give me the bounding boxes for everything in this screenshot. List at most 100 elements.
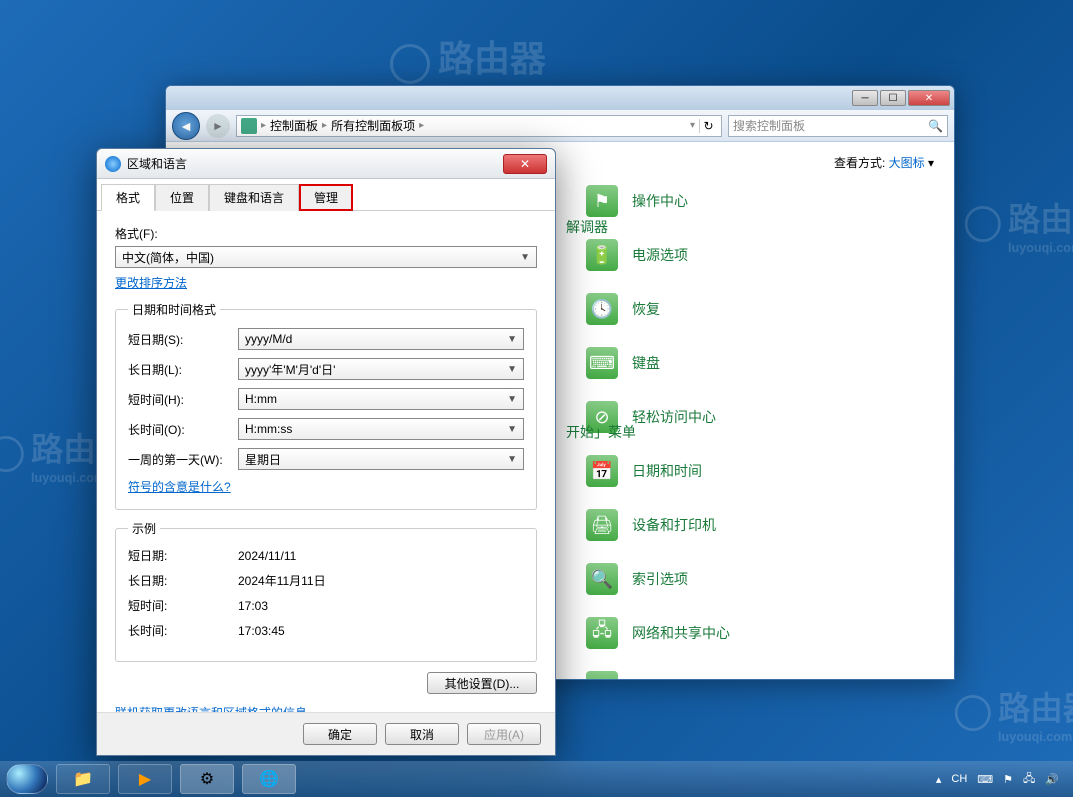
partial-item-label[interactable]: 开始」菜单 [566, 422, 636, 442]
control-panel-item[interactable]: ⊘轻松访问中心 [586, 401, 934, 433]
taskbar-item-region[interactable]: 🌐 [242, 764, 296, 794]
breadcrumb[interactable]: ▸ 控制面板 ▸ 所有控制面板项 ▸ ▾ ↻ [236, 115, 722, 137]
apply-button[interactable]: 应用(A) [467, 723, 541, 745]
long-time-select[interactable]: H:mm:ss▼ [238, 418, 524, 440]
power-icon: 🔋 [586, 239, 618, 271]
dialog-title: 区域和语言 [127, 155, 187, 172]
index-icon: 🔍 [586, 563, 618, 595]
control-panel-item[interactable]: ⌨键盘 [586, 347, 934, 379]
format-select[interactable]: 中文(简体，中国) ▼ [115, 246, 537, 268]
search-input[interactable]: 搜索控制面板 🔍 [728, 115, 948, 137]
control-panel-item-label: 设备和打印机 [632, 515, 716, 535]
chevron-down-icon: ▼ [507, 394, 517, 405]
tab-location[interactable]: 位置 [155, 184, 209, 211]
short-time-select[interactable]: H:mm▼ [238, 388, 524, 410]
partial-item-label[interactable]: 解调器 [566, 217, 608, 237]
ok-button[interactable]: 确定 [303, 723, 377, 745]
cancel-button[interactable]: 取消 [385, 723, 459, 745]
start-button[interactable] [6, 764, 48, 794]
change-sort-link[interactable]: 更改排序方法 [115, 276, 187, 290]
chevron-down-icon: ▼ [507, 454, 517, 465]
control-panel-item[interactable]: 🔋 电源选项 [586, 239, 934, 271]
example-long-date: 2024年11月11日 [238, 572, 524, 589]
globe-icon: 🌐 [259, 769, 279, 789]
watermark: 路由器luyouqi.com [955, 682, 1073, 743]
calendar-icon: 📅 [586, 455, 618, 487]
control-panel-item-label: 键盘 [632, 353, 660, 373]
control-panel-item-label: 系统 [632, 677, 660, 679]
tray-chevron-icon[interactable]: ▴ [936, 773, 942, 786]
window-titlebar: ─ ☐ ✕ [166, 86, 954, 110]
close-button[interactable]: ✕ [908, 90, 950, 106]
network-icon: 🖧 [586, 617, 618, 649]
media-icon: ▶ [139, 769, 151, 789]
first-day-select[interactable]: 星期日▼ [238, 448, 524, 470]
keyboard-icon[interactable]: ⌨ [977, 773, 993, 786]
example-short-date: 2024/11/11 [238, 549, 524, 563]
dialog-content: 格式(F): 中文(简体，中国) ▼ 更改排序方法 日期和时间格式 短日期(S)… [97, 211, 555, 712]
nav-back-button[interactable]: ◄ [172, 112, 200, 140]
control-panel-item-label: 网络和共享中心 [632, 623, 730, 643]
format-label: 格式(F): [115, 225, 537, 242]
control-panel-item-label: 电源选项 [632, 245, 688, 265]
tab-keyboard-language[interactable]: 键盘和语言 [209, 184, 299, 211]
breadcrumb-item[interactable]: 控制面板 [270, 117, 318, 134]
chevron-right-icon: ▸ [322, 120, 327, 131]
dialog-tabs: 格式 位置 键盘和语言 管理 [97, 179, 555, 211]
example-group: 示例 短日期:2024/11/11 长日期:2024年11月11日 短时间:17… [115, 520, 537, 662]
watermark: 路由器luyouqi.com [965, 193, 1073, 254]
taskbar-item-control-panel[interactable]: ⚙ [180, 764, 234, 794]
control-panel-item-label: 日期和时间 [632, 461, 702, 481]
chevron-down-icon: ▼ [507, 364, 517, 375]
network-icon[interactable]: 🖧 [1023, 770, 1035, 789]
control-panel-item-label: 索引选项 [632, 569, 688, 589]
close-button[interactable]: ✕ [503, 154, 547, 174]
chevron-right-icon: ▸ [419, 120, 424, 131]
control-panel-item-label: 轻松访问中心 [632, 407, 716, 427]
control-panel-item[interactable]: ⚑操作中心 [586, 185, 934, 217]
refresh-icon[interactable]: ↻ [699, 119, 717, 133]
control-panel-item[interactable]: 💻 系统 [586, 671, 934, 679]
search-icon: 🔍 [928, 119, 943, 133]
chevron-right-icon: ▸ [261, 120, 266, 131]
chevron-down-icon: ▼ [507, 334, 517, 345]
symbol-meaning-link[interactable]: 符号的含意是什么? [128, 480, 231, 494]
minimize-button[interactable]: ─ [852, 90, 878, 106]
taskbar-item-explorer[interactable]: 📁 [56, 764, 110, 794]
example-long-time: 17:03:45 [238, 624, 524, 638]
control-panel-item[interactable]: 📅 日期和时间 [586, 455, 934, 487]
system-tray[interactable]: ▴ CH ⌨ ⚑ 🖧 🔊 [936, 770, 1067, 789]
long-date-select[interactable]: yyyy'年'M'月'd'日'▼ [238, 358, 524, 380]
control-panel-icon: ⚙ [200, 769, 214, 789]
control-panel-item[interactable]: 🖧 网络和共享中心 [586, 617, 934, 649]
flag-icon: ⚑ [586, 185, 618, 217]
tab-format[interactable]: 格式 [101, 184, 155, 211]
folder-icon: 📁 [73, 769, 93, 789]
control-panel-item[interactable]: 🔍 索引选项 [586, 563, 934, 595]
dialog-button-row: 确定 取消 应用(A) [97, 712, 555, 755]
system-icon: 💻 [586, 671, 618, 679]
recovery-icon: 🕓 [586, 293, 618, 325]
control-panel-item-label: 恢复 [632, 299, 660, 319]
control-panel-item[interactable]: 🖨 设备和打印机 [586, 509, 934, 541]
ime-indicator[interactable]: CH [951, 773, 967, 785]
control-panel-icon [241, 118, 257, 134]
breadcrumb-item[interactable]: 所有控制面板项 [331, 117, 415, 134]
taskbar-item-media[interactable]: ▶ [118, 764, 172, 794]
nav-forward-button[interactable]: ► [206, 114, 230, 138]
tab-administrative[interactable]: 管理 [299, 184, 353, 211]
control-panel-item[interactable]: 🕓 恢复 [586, 293, 934, 325]
short-date-select[interactable]: yyyy/M/d▼ [238, 328, 524, 350]
other-settings-button[interactable]: 其他设置(D)... [427, 672, 537, 694]
dialog-titlebar: 区域和语言 ✕ [97, 149, 555, 179]
nav-toolbar: ◄ ► ▸ 控制面板 ▸ 所有控制面板项 ▸ ▾ ↻ 搜索控制面板 🔍 [166, 110, 954, 142]
region-language-dialog: 区域和语言 ✕ 格式 位置 键盘和语言 管理 格式(F): 中文(简体，中国) … [96, 148, 556, 756]
globe-icon [105, 156, 121, 172]
volume-icon[interactable]: 🔊 [1045, 773, 1059, 786]
maximize-button[interactable]: ☐ [880, 90, 906, 106]
chevron-down-icon[interactable]: ▾ [690, 120, 695, 131]
printer-icon: 🖨 [586, 509, 618, 541]
chevron-down-icon: ▼ [520, 252, 530, 263]
tray-flag-icon[interactable]: ⚑ [1003, 773, 1013, 786]
datetime-format-group: 日期和时间格式 短日期(S): yyyy/M/d▼ 长日期(L): yyyy'年… [115, 301, 537, 510]
